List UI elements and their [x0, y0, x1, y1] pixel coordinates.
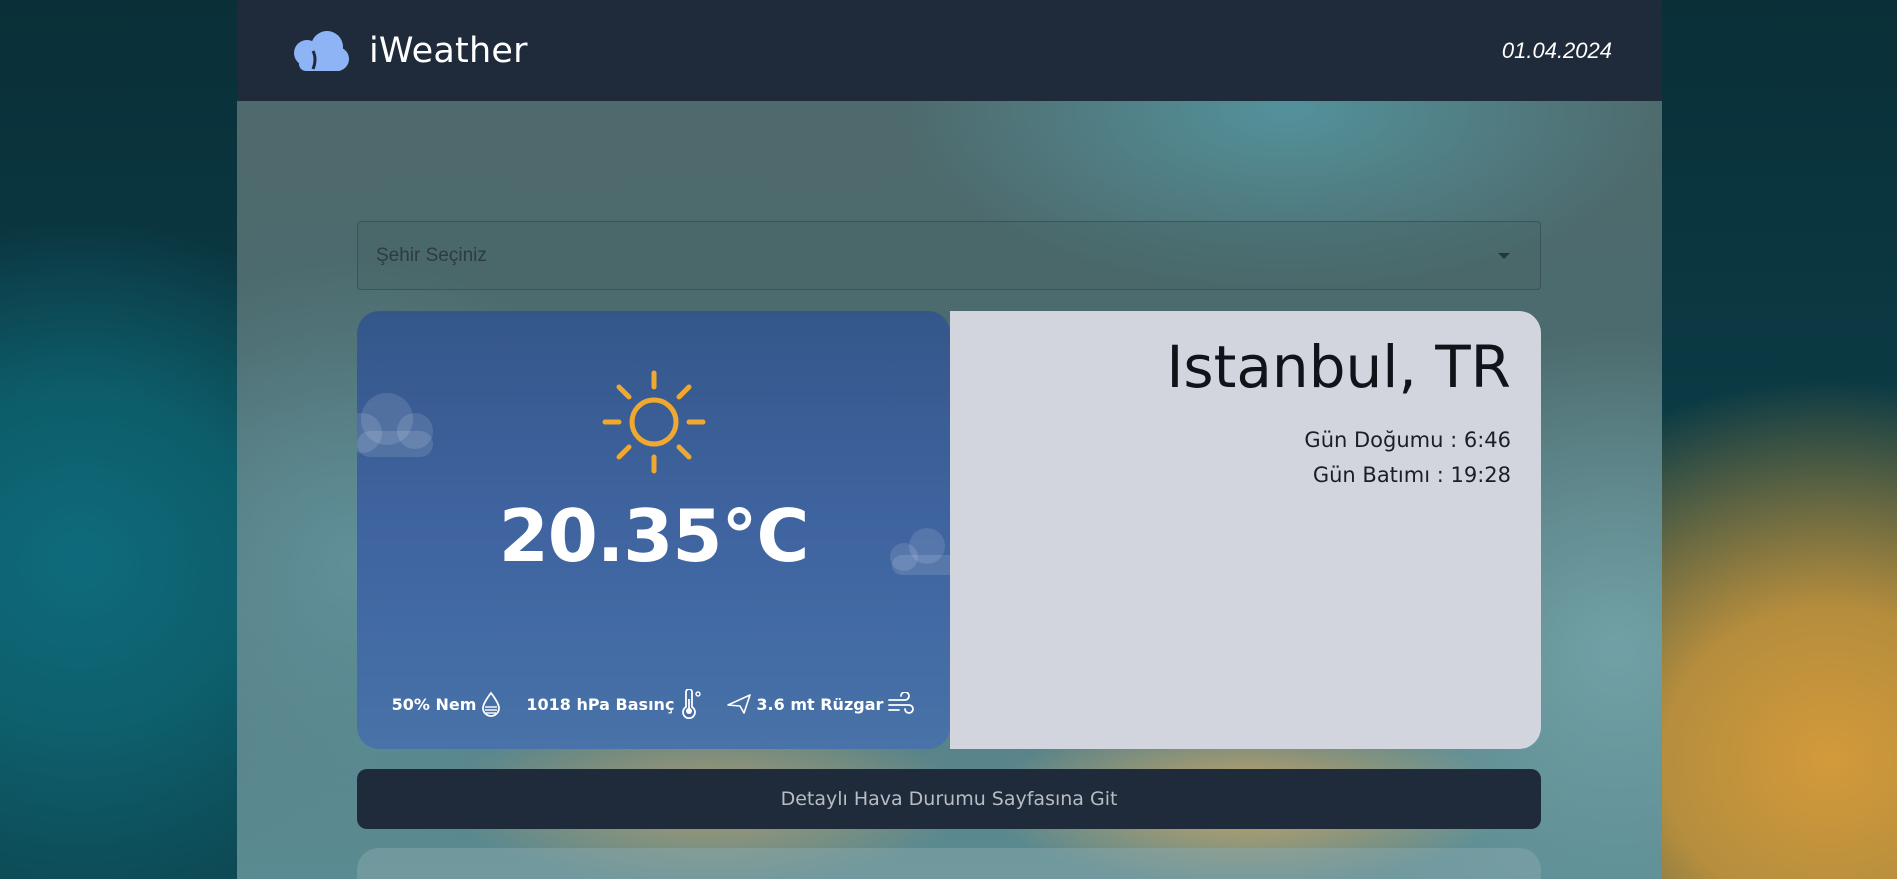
- chevron-down-icon[interactable]: [1498, 252, 1510, 259]
- sunset-time: Gün Batımı : 19:28: [1312, 463, 1511, 487]
- city-name: Istanbul, TR: [1166, 333, 1511, 401]
- navbar: iWeather 01.04.2024: [237, 0, 1662, 101]
- weather-summary-panel: 20.35°C 50% Nem 1018 hPa Basınç 3.6 mt R…: [357, 311, 950, 749]
- page: iWeather 01.04.2024 Şehir Seçiniz 20.35°…: [237, 0, 1662, 879]
- brand-name: iWeather: [369, 30, 528, 71]
- current-date: 01.04.2024: [1501, 37, 1612, 63]
- next-card-preview: [357, 848, 1541, 879]
- city-select-placeholder: Şehir Seçiniz: [376, 244, 487, 266]
- wind-label: 3.6 mt Rüzgar: [756, 694, 884, 714]
- humidity-label: 50% Nem: [391, 694, 477, 714]
- wind-direction-icon: [727, 694, 752, 714]
- location-panel: Istanbul, TR Gün Doğumu : 6:46 Gün Batım…: [950, 311, 1541, 749]
- sunrise-time: Gün Doğumu : 6:46: [1304, 428, 1511, 452]
- brand[interactable]: iWeather: [287, 29, 528, 73]
- weather-stats: 50% Nem 1018 hPa Basınç 3.6 mt Rüzgar: [357, 689, 950, 719]
- humidity-stat: 50% Nem: [392, 691, 503, 717]
- pressure-label: 1018 hPa Basınç: [526, 694, 675, 714]
- cloud-icon: [287, 29, 351, 73]
- city-select[interactable]: Şehir Seçiniz: [357, 221, 1541, 290]
- wind-icon: [888, 692, 915, 714]
- wind-stat: 3.6 mt Rüzgar: [726, 692, 915, 716]
- temperature: 20.35°C: [498, 494, 810, 578]
- detail-weather-button[interactable]: Detaylı Hava Durumu Sayfasına Git: [357, 769, 1541, 829]
- weather-card: 20.35°C 50% Nem 1018 hPa Basınç 3.6 mt R…: [357, 311, 1541, 749]
- pressure-stat: 1018 hPa Basınç: [526, 689, 702, 719]
- humidity-icon: [482, 691, 501, 717]
- sun-icon: [602, 370, 706, 474]
- background-cloud-icon: [357, 393, 433, 457]
- thermometer-icon: [682, 689, 702, 719]
- sun-times: Gün Doğumu : 6:46 Gün Batımı : 19:28: [1304, 423, 1511, 493]
